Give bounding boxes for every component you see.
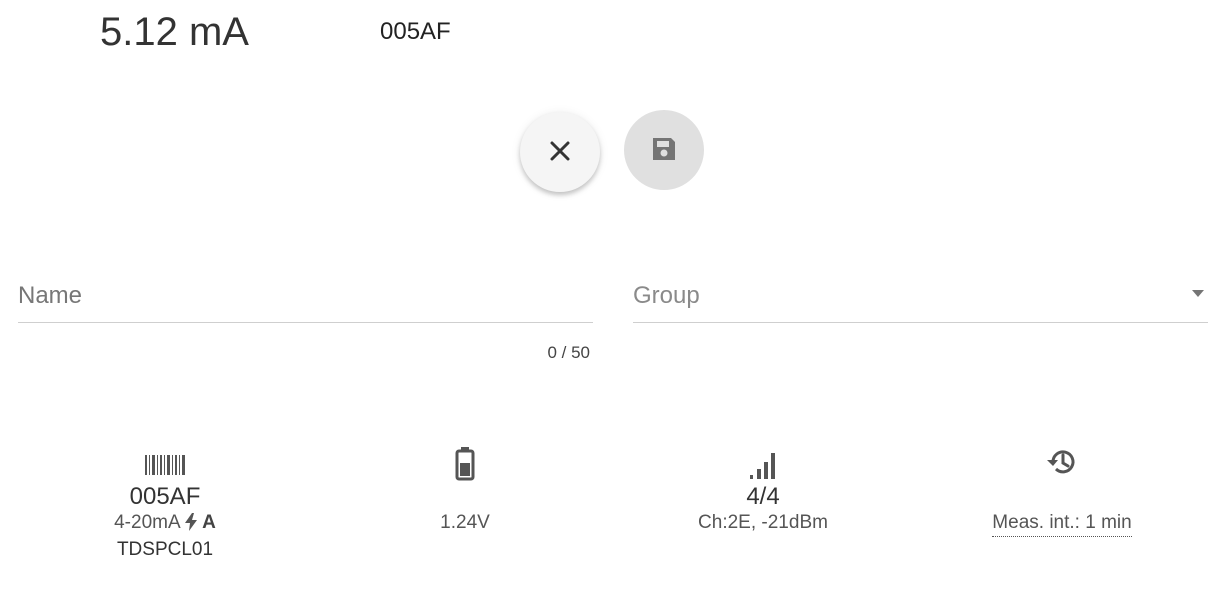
device-type: 4-20mA A xyxy=(60,510,270,536)
signal-detail: Ch:2E, -21dBm xyxy=(698,512,828,533)
battery-icon xyxy=(360,440,570,484)
close-button[interactable] xyxy=(520,112,600,192)
floppy-disk-icon xyxy=(650,135,678,166)
dropdown-arrow-icon[interactable] xyxy=(1192,290,1204,297)
measurement-interval[interactable]: Meas. int.: 1 min xyxy=(992,510,1132,537)
current-reading: 5.12 mA xyxy=(100,10,249,54)
history-icon xyxy=(962,440,1162,484)
signal-level: 4/4 xyxy=(746,483,780,510)
device-type-label: 4-20mA xyxy=(114,512,180,533)
device-type-suffix: A xyxy=(202,512,216,533)
device-id-header: 005AF xyxy=(380,18,451,45)
battery-voltage: 1.24V xyxy=(440,512,490,533)
save-button[interactable] xyxy=(624,110,704,190)
lightning-icon xyxy=(184,512,202,533)
barcode-icon xyxy=(60,440,270,484)
group-select[interactable]: Group xyxy=(633,270,1208,323)
battery-info: 1.24V xyxy=(360,440,570,536)
signal-info: 4/4 Ch:2E, -21dBm xyxy=(658,440,868,536)
interval-info: Meas. int.: 1 min xyxy=(962,440,1162,537)
close-icon xyxy=(549,140,571,165)
name-field-label: Name xyxy=(18,282,83,309)
device-id: 005AF xyxy=(129,483,201,510)
name-field[interactable]: Name xyxy=(18,270,593,323)
signal-bars-icon xyxy=(658,440,868,484)
name-char-counter: 0 / 50 xyxy=(547,343,590,362)
device-info: 005AF 4-20mA A TDSPCL01 xyxy=(60,440,270,564)
group-field-label: Group xyxy=(633,282,700,309)
device-model: TDSPCL01 xyxy=(116,539,214,560)
